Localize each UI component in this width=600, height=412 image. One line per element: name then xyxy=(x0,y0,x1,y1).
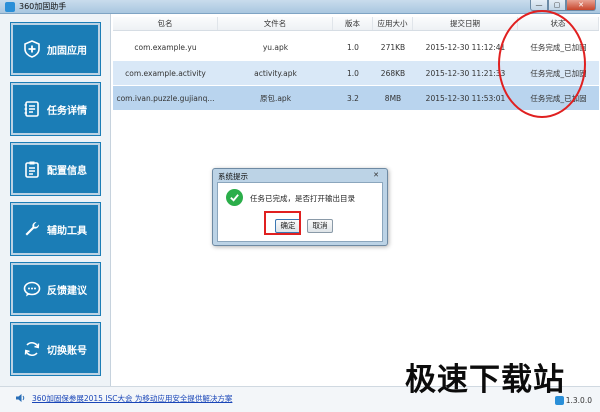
chat-bubble-icon xyxy=(23,280,41,298)
cell-package: com.example.activity xyxy=(125,68,206,78)
maximize-button[interactable]: ▢ xyxy=(548,0,566,11)
sidebar-item-label: 辅助工具 xyxy=(47,225,87,237)
watermark: 极速下载站 xyxy=(405,362,565,398)
sidebar-item-switch-account[interactable]: 切换账号 xyxy=(10,322,101,376)
sidebar: 加固应用 任务详情 配置信息 辅助工具 反馈建议 切换账号 xyxy=(0,14,110,386)
cell-version: 1.0 xyxy=(347,42,359,52)
title-bar: 360加固助手 — ▢ ✕ xyxy=(0,0,600,14)
cancel-button[interactable]: 取消 xyxy=(307,219,333,233)
dialog-message: 任务已完成，是否打开输出目录 xyxy=(250,194,355,203)
cell-size: 268KB xyxy=(380,68,406,78)
cell-package: com.example.yu xyxy=(134,42,197,52)
sidebar-item-feedback[interactable]: 反馈建议 xyxy=(10,262,101,316)
sidebar-item-task-details[interactable]: 任务详情 xyxy=(10,82,101,136)
sidebar-item-label: 配置信息 xyxy=(47,165,87,177)
annotation-ellipse xyxy=(498,10,586,118)
cell-version: 3.2 xyxy=(347,93,359,103)
shield-plus-icon xyxy=(23,40,41,58)
column-header-version[interactable]: 版本 xyxy=(333,17,373,30)
column-header-date[interactable]: 提交日期 xyxy=(413,17,518,30)
sidebar-item-config-info[interactable]: 配置信息 xyxy=(10,142,101,196)
cell-file: 原包.apk xyxy=(259,93,292,103)
window-title: 360加固助手 xyxy=(19,2,67,11)
success-check-icon xyxy=(226,189,243,206)
sidebar-item-harden-app[interactable]: 加固应用 xyxy=(10,22,101,76)
sidebar-item-label: 反馈建议 xyxy=(47,285,87,297)
sidebar-item-label: 任务详情 xyxy=(47,105,87,117)
cell-version: 1.0 xyxy=(347,68,359,78)
annotation-box xyxy=(264,211,301,235)
cell-date: 2015-12-30 11:53:01 xyxy=(425,93,506,103)
cell-size: 8MB xyxy=(384,93,402,103)
dialog-title: 系统提示 xyxy=(218,172,248,181)
sidebar-item-label: 加固应用 xyxy=(47,45,87,57)
sidebar-item-aux-tools[interactable]: 辅助工具 xyxy=(10,202,101,256)
cell-file: activity.apk xyxy=(254,68,297,78)
column-header-package[interactable]: 包名 xyxy=(113,17,218,30)
version-label: 1.3.0.0 xyxy=(565,396,592,405)
switch-account-icon xyxy=(23,340,41,358)
news-link[interactable]: 360加固保参展2015 ISC大会 为移动应用安全提供解决方案 xyxy=(32,393,232,404)
task-list-icon xyxy=(23,100,41,118)
app-logo-icon xyxy=(5,2,15,12)
dialog-close-button[interactable]: ✕ xyxy=(369,170,383,180)
close-button[interactable]: ✕ xyxy=(566,0,596,11)
clipboard-icon xyxy=(23,160,41,178)
column-header-file[interactable]: 文件名 xyxy=(218,17,333,30)
speaker-icon xyxy=(16,394,25,402)
cell-package: com.ivan.puzzle.gujianq... xyxy=(116,93,215,103)
sidebar-item-label: 切换账号 xyxy=(47,345,87,357)
cell-file: yu.apk xyxy=(262,42,289,52)
cell-size: 271KB xyxy=(380,42,406,52)
wrench-icon xyxy=(23,220,41,238)
column-header-size[interactable]: 应用大小 xyxy=(373,17,413,30)
